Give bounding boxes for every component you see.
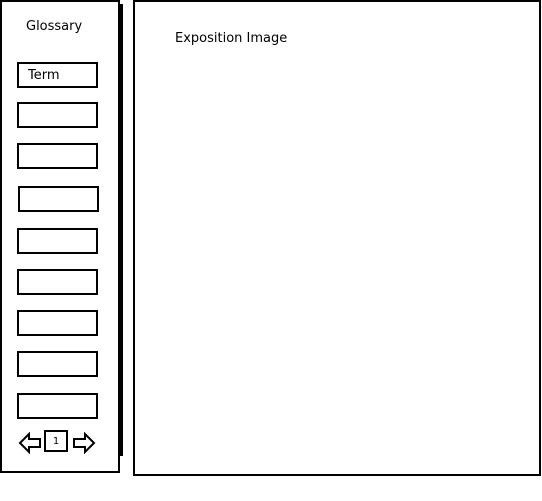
glossary-term-2[interactable]: [17, 102, 98, 128]
glossary-term-7[interactable]: [17, 310, 98, 336]
glossary-term-8[interactable]: [17, 351, 98, 377]
glossary-term-1[interactable]: Term: [17, 62, 98, 88]
glossary-term-4[interactable]: [18, 186, 99, 212]
app-window: Glossary Term 1 Exposition Image: [0, 0, 542, 501]
arrow-left-icon[interactable]: [18, 432, 42, 454]
glossary-term-3[interactable]: [17, 143, 98, 169]
exposition-image-label: Exposition Image: [175, 31, 288, 46]
glossary-term-6[interactable]: [17, 269, 98, 295]
sidebar-title: Glossary: [26, 19, 83, 34]
glossary-term-5[interactable]: [17, 228, 98, 254]
sidebar-divider: [120, 4, 123, 456]
arrow-right-icon[interactable]: [72, 432, 96, 454]
glossary-sidebar: Glossary Term 1: [0, 0, 120, 473]
pagination: 1: [18, 430, 102, 456]
exposition-panel: Exposition Image: [133, 0, 541, 476]
glossary-term-9[interactable]: [17, 393, 98, 419]
page-number: 1: [44, 430, 68, 452]
